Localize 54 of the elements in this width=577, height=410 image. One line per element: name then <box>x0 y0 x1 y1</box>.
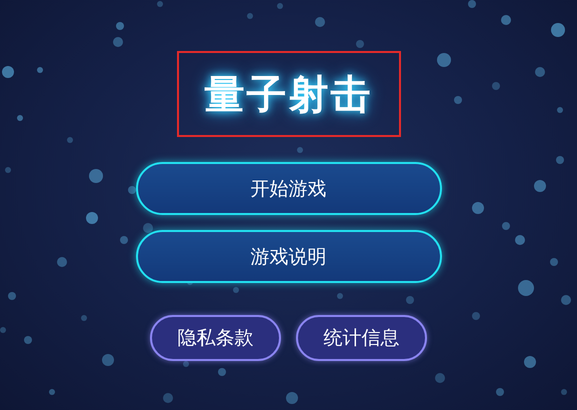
glow-particle <box>157 1 163 7</box>
glow-particle <box>67 137 73 143</box>
menu-button[interactable]: 开始游戏 <box>136 162 442 215</box>
glow-particle <box>163 393 173 403</box>
game-title: 量子射击 <box>204 70 372 120</box>
glow-particle <box>435 373 445 383</box>
glow-particle <box>286 392 298 404</box>
glow-particle <box>183 361 189 367</box>
glow-particle <box>0 327 6 333</box>
menu-button[interactable]: 游戏说明 <box>136 230 442 283</box>
glow-particle <box>81 315 87 321</box>
glow-particle <box>233 287 239 293</box>
glow-particle <box>557 107 563 113</box>
glow-particle <box>551 23 565 37</box>
glow-particle <box>472 312 480 320</box>
glow-particle <box>518 280 534 296</box>
glow-particle <box>57 257 67 267</box>
glow-particle <box>556 156 564 164</box>
glow-particle <box>524 356 536 368</box>
glow-particle <box>277 3 283 9</box>
glow-particle <box>218 368 226 376</box>
menu-button[interactable]: 统计信息 <box>296 315 427 361</box>
glow-particle <box>89 169 103 183</box>
glow-particle <box>406 296 414 304</box>
glow-particle <box>454 96 462 104</box>
glow-particle <box>561 295 571 305</box>
glow-particle <box>49 389 55 395</box>
glow-particle <box>534 180 546 192</box>
glow-particle <box>550 258 558 266</box>
glow-particle <box>472 202 484 214</box>
glow-particle <box>535 67 545 77</box>
glow-particle <box>37 67 43 73</box>
menu-button[interactable]: 隐私条款 <box>150 315 281 361</box>
glow-particle <box>297 147 303 153</box>
glow-particle <box>5 167 11 173</box>
glow-particle <box>128 186 136 194</box>
glow-particle <box>17 115 23 121</box>
glow-particle <box>561 389 567 395</box>
glow-particle <box>102 354 114 366</box>
glow-particle <box>468 0 476 8</box>
glow-particle <box>496 388 504 396</box>
glow-particle <box>492 82 500 90</box>
glow-particle <box>247 13 253 19</box>
glow-particle <box>337 293 343 299</box>
glow-particle <box>315 17 325 27</box>
glow-particle <box>356 40 364 48</box>
glow-particle <box>86 212 98 224</box>
glow-particle <box>120 236 128 244</box>
glow-particle <box>24 336 32 344</box>
glow-particle <box>501 15 511 25</box>
glow-particle <box>143 223 153 233</box>
glow-particle <box>8 292 16 300</box>
glow-particle <box>2 66 14 78</box>
glow-particle <box>437 53 451 67</box>
